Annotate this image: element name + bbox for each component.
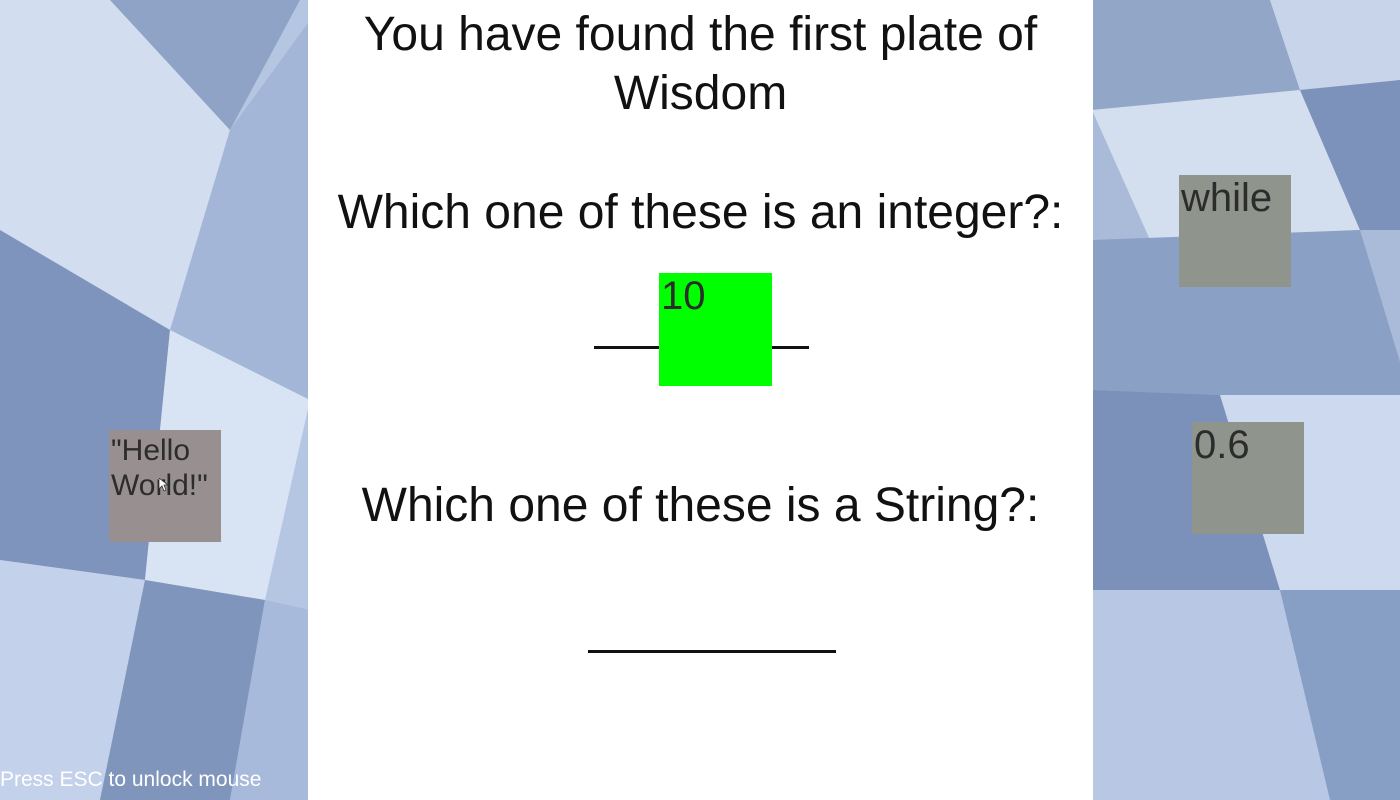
answer-block-while[interactable]: while <box>1179 175 1291 287</box>
plate-title-line1: You have found the first plate of <box>363 8 1038 61</box>
plate-title-line2: Wisdom <box>613 67 788 120</box>
answer-block-decimal[interactable]: 0.6 <box>1192 422 1304 534</box>
question-string: Which one of these is a String?: <box>361 479 1040 532</box>
integer-answer-slot-correct[interactable]: 10 <box>659 273 772 386</box>
plate-title: You have found the first plate of Wisdom <box>308 5 1093 123</box>
question-integer: Which one of these is an integer?: <box>337 186 1064 239</box>
string-answer-blank[interactable] <box>588 650 836 653</box>
while-block-label: while <box>1181 176 1273 220</box>
unlock-mouse-hint: Press ESC to unlock mouse <box>0 768 262 791</box>
game-scene[interactable]: "Hello World!" while 0.6 You have found … <box>0 0 1400 800</box>
integer-answer-value: 10 <box>661 274 706 318</box>
hello-block-line1: "Hello <box>111 434 191 467</box>
wisdom-plate-panel: You have found the first plate of Wisdom… <box>308 0 1093 800</box>
mouse-cursor-icon <box>159 478 169 492</box>
decimal-block-label: 0.6 <box>1194 423 1250 467</box>
